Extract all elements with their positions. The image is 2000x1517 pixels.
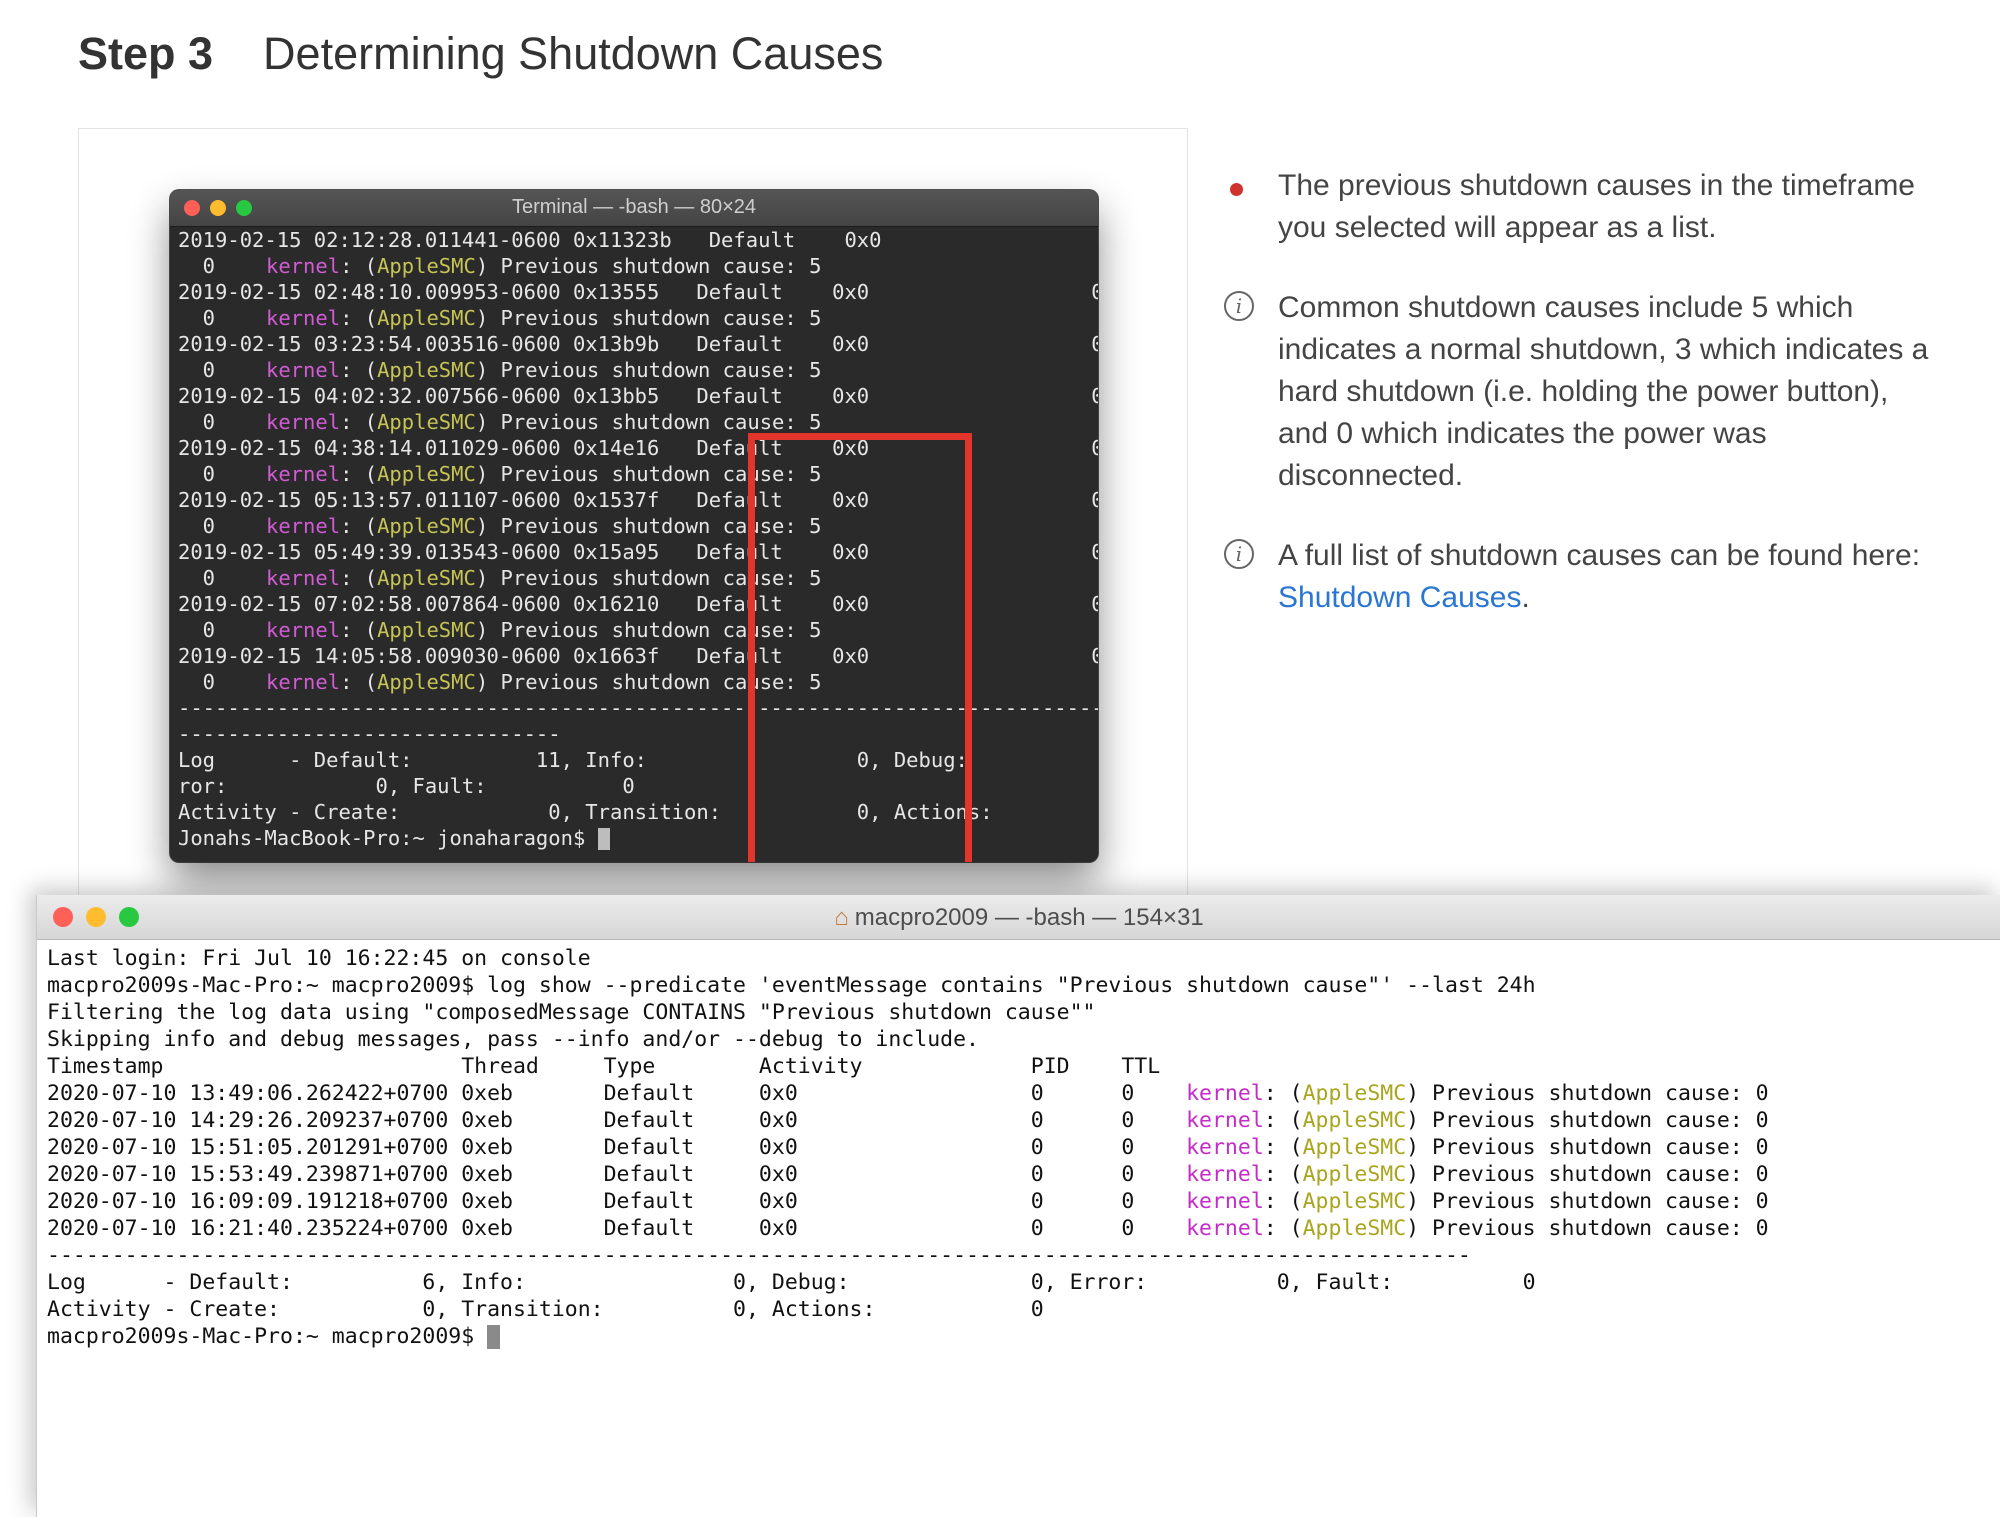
summary-line: Log - Default: 6, Info: 0, Debug: 0, Err… bbox=[47, 1270, 1536, 1295]
step-heading: Step 3 Determining Shutdown Causes bbox=[78, 28, 883, 80]
log-row: 2020-07-10 14:29:26.209237+0700 0xeb Def… bbox=[47, 1108, 1769, 1133]
kernel-label: kernel bbox=[1186, 1216, 1264, 1241]
applesmc-label: AppleSMC bbox=[377, 410, 476, 434]
kernel-label: kernel bbox=[1186, 1162, 1264, 1187]
log-line: 2019-02-15 04:02:32.007566-0600 0x13bb5 … bbox=[178, 384, 1098, 408]
log-message: 0 kernel: (AppleSMC) Previous shutdown ca… bbox=[178, 358, 822, 382]
applesmc-label: AppleSMC bbox=[1302, 1162, 1407, 1187]
terminal-window-new: ⌂ macpro2009 — -bash — 154×31 Last login:… bbox=[36, 895, 2000, 1517]
applesmc-label: AppleSMC bbox=[377, 462, 476, 486]
log-row: 2020-07-10 16:21:40.235224+0700 0xeb Def… bbox=[47, 1216, 1769, 1241]
applesmc-label: AppleSMC bbox=[1302, 1108, 1407, 1133]
kernel-label: kernel bbox=[266, 462, 341, 486]
log-row: 2020-07-10 15:51:05.201291+0700 0xeb Def… bbox=[47, 1135, 1769, 1160]
kernel-label: kernel bbox=[1186, 1081, 1264, 1106]
applesmc-label: AppleSMC bbox=[377, 670, 476, 694]
log-row: 2020-07-10 15:53:49.239871+0700 0xeb Def… bbox=[47, 1162, 1769, 1187]
terminal-title: ⌂ macpro2009 — -bash — 154×31 bbox=[834, 904, 1204, 931]
applesmc-label: AppleSMC bbox=[377, 358, 476, 382]
applesmc-label: AppleSMC bbox=[1302, 1135, 1407, 1160]
note-text: Common shutdown causes include 5 which i… bbox=[1278, 291, 1929, 492]
output-line: Skipping info and debug messages, pass -… bbox=[47, 1027, 979, 1052]
info-icon: i bbox=[1224, 539, 1254, 569]
log-message: 0 kernel: (AppleSMC) Previous shutdown ca… bbox=[178, 254, 822, 278]
kernel-label: kernel bbox=[266, 670, 341, 694]
prompt-text: Jonahs-MacBook-Pro:~ jonaharagon$ bbox=[178, 826, 598, 850]
kernel-label: kernel bbox=[266, 358, 341, 382]
applesmc-label: AppleSMC bbox=[377, 514, 476, 538]
terminal-title-bar[interactable]: Terminal — -bash — 80×24 bbox=[170, 190, 1098, 227]
terminal-title: Terminal — -bash — 80×24 bbox=[511, 196, 756, 218]
kernel-label: kernel bbox=[266, 306, 341, 330]
note-text: A full list of shutdown causes can be fo… bbox=[1278, 539, 1921, 572]
bullet-icon bbox=[1230, 183, 1243, 196]
kernel-label: kernel bbox=[266, 566, 341, 590]
applesmc-label: AppleSMC bbox=[377, 566, 476, 590]
prompt-text: macpro2009s-Mac-Pro:~ macpro2009$ bbox=[47, 1324, 488, 1349]
log-message: 0 kernel: (AppleSMC) Previous shutdown ca… bbox=[178, 306, 822, 330]
note-text: The previous shutdown causes in the time… bbox=[1278, 169, 1915, 244]
info-icon: i bbox=[1224, 291, 1254, 321]
cursor bbox=[487, 1325, 501, 1349]
terminal-window-old: Terminal — -bash — 80×24 2019-02-15 02:1… bbox=[170, 190, 1098, 862]
terminal-output[interactable]: Last login: Fri Jul 10 16:22:45 on conso… bbox=[47, 945, 2000, 1517]
output-line: Filtering the log data using "composedMe… bbox=[47, 1000, 1096, 1025]
log-row: 2020-07-10 16:09:09.191218+0700 0xeb Def… bbox=[47, 1189, 1769, 1214]
applesmc-label: AppleSMC bbox=[377, 306, 476, 330]
cursor bbox=[597, 828, 610, 850]
summary-line: Activity - Create: 0, Transition: 0, Act… bbox=[47, 1297, 1044, 1322]
kernel-label: kernel bbox=[266, 514, 341, 538]
applesmc-label: AppleSMC bbox=[377, 254, 476, 278]
log-message: 0 kernel: (AppleSMC) Previous shutdown ca… bbox=[178, 410, 822, 434]
step-number: Step 3 bbox=[78, 28, 214, 79]
note-item: i A full list of shutdown causes can be … bbox=[1224, 535, 1940, 619]
separator: ----------------------------------------… bbox=[47, 1243, 1471, 1268]
highlight-box bbox=[748, 433, 972, 862]
kernel-label: kernel bbox=[266, 410, 341, 434]
kernel-label: kernel bbox=[266, 618, 341, 642]
applesmc-label: AppleSMC bbox=[1302, 1216, 1407, 1241]
note-text-end: . bbox=[1521, 581, 1530, 614]
step-title: Determining Shutdown Causes bbox=[263, 28, 884, 79]
output-line: Last login: Fri Jul 10 16:22:45 on conso… bbox=[47, 946, 591, 971]
notes-list: The previous shutdown causes in the time… bbox=[1224, 165, 1940, 657]
log-line: 2019-02-15 02:48:10.009953-0600 0x13555 … bbox=[178, 280, 1098, 304]
note-item: i Common shutdown causes include 5 which… bbox=[1224, 287, 1940, 497]
kernel-label: kernel bbox=[1186, 1135, 1264, 1160]
log-line: 2019-02-15 03:23:54.003516-0600 0x13b9b … bbox=[178, 332, 1098, 356]
kernel-label: kernel bbox=[266, 254, 341, 278]
output-line: Timestamp Thread Type Activity PID TTL bbox=[47, 1054, 1161, 1079]
terminal-title-bar[interactable]: ⌂ macpro2009 — -bash — 154×31 bbox=[37, 895, 2000, 940]
applesmc-label: AppleSMC bbox=[1302, 1081, 1407, 1106]
output-line: macpro2009s-Mac-Pro:~ macpro2009$ log sh… bbox=[47, 973, 1536, 998]
applesmc-label: AppleSMC bbox=[377, 618, 476, 642]
shell-prompt: macpro2009s-Mac-Pro:~ macpro2009$ bbox=[47, 1323, 2000, 1350]
home-icon: ⌂ bbox=[834, 904, 849, 931]
kernel-label: kernel bbox=[1186, 1189, 1264, 1214]
applesmc-label: AppleSMC bbox=[1302, 1189, 1407, 1214]
log-row: 2020-07-10 13:49:06.262422+0700 0xeb Def… bbox=[47, 1081, 1769, 1106]
kernel-label: kernel bbox=[1186, 1108, 1264, 1133]
note-item: The previous shutdown causes in the time… bbox=[1230, 165, 1940, 249]
shutdown-causes-link[interactable]: Shutdown Causes bbox=[1278, 581, 1522, 614]
log-line: 2019-02-15 02:12:28.011441-0600 0x11323b… bbox=[178, 228, 1098, 252]
